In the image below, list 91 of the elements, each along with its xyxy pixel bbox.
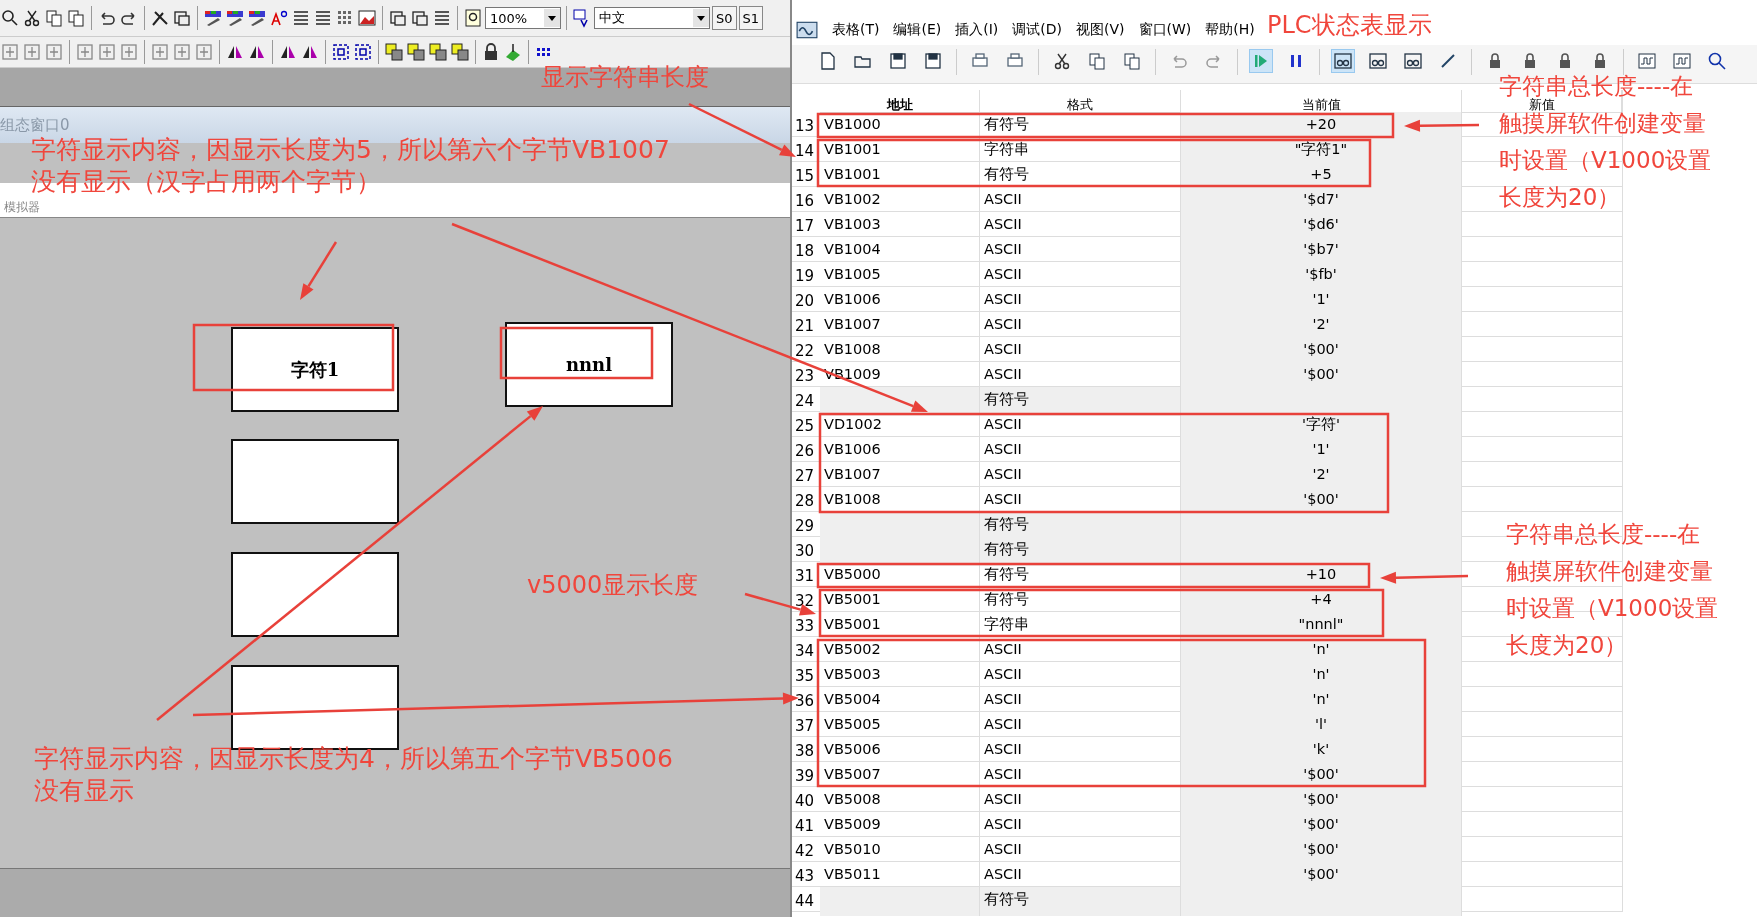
table-cell: VB1000 [820,112,980,141]
row-number: 33 [794,616,816,637]
annotation-text: 没有显示 [34,777,134,805]
row-number: 18 [794,241,816,262]
menu-item[interactable]: 调试(D) [1012,20,1063,39]
annotation-text: 字符串总长度----在 [1506,522,1701,546]
table-cell: VB1004 [820,237,980,266]
table-cell: VB5007 [820,762,980,791]
row-number: 34 [794,641,816,662]
annotation-text: 显示字符串长度 [541,62,709,92]
annotation-text: 字符串总长度----在 [1499,74,1694,98]
row-number: 26 [794,441,816,462]
row-number: 28 [794,491,816,512]
row-number: 41 [794,816,816,837]
state-button[interactable]: S0 [712,6,737,30]
window-title: 组态窗口0 [0,118,70,132]
row-number: 25 [794,416,816,437]
row-number: 39 [794,766,816,787]
row-number: 23 [794,366,816,387]
annotation-text: v5000显示长度 [527,570,699,600]
column-header[interactable]: 当前值 [1301,98,1341,111]
table-cell: VB5002 [820,637,980,666]
row-number: 44 [794,891,816,912]
annotation-text: 长度为20） [1499,185,1621,209]
table-cell: VB1007 [820,312,980,341]
menu-item[interactable]: 窗口(W) [1138,20,1192,39]
row-number: 37 [794,716,816,737]
annotation-text: 字符显示内容，因显示长度为4，所以第五个字节VB5006 [34,745,673,773]
state-button[interactable]: S1 [738,6,764,30]
row-number: 32 [794,591,816,612]
row-number: 24 [794,391,816,412]
table-cell: VB1008 [820,337,980,366]
row-number: 22 [794,341,816,362]
annotation-text: 触摸屏软件创建变量 [1506,559,1713,583]
column-header[interactable]: 地址 [886,98,913,111]
annotation-text: 字符显示内容，因显示长度为5，所以第六个字节VB1007 [31,136,670,164]
display-box[interactable]: nnnl [505,322,673,407]
simulator-title: 模拟器 [4,201,40,214]
table-cell: VB1005 [820,262,980,291]
row-number: 14 [794,141,816,162]
table-cell: VB5004 [820,687,980,716]
table-cell: 有符号 [980,387,1181,416]
menu-item[interactable]: 插入(I) [955,20,999,39]
annotation-text: 时设置（V1000设置 [1506,596,1719,620]
table-cell: VB5001 [820,612,980,641]
row-number: 20 [794,291,816,312]
row-number: 15 [794,166,816,187]
table-cell: VB5009 [820,812,980,841]
table-cell: VB5006 [820,737,980,766]
row-number: 35 [794,666,816,687]
table-cell: VB5008 [820,787,980,816]
table-cell: VB5003 [820,662,980,691]
table-cell: VB1002 [820,187,980,216]
table-cell: VB1003 [820,212,980,241]
table-cell: VB1001 [820,162,980,191]
table-cell: VB1001 [820,137,980,166]
display-box[interactable]: 字符1 [231,327,399,412]
table-cell: VB1007 [820,462,980,491]
table-cell: VB1006 [820,287,980,316]
menu-item[interactable]: 视图(V) [1076,20,1125,39]
annotation-text: 时设置（V1000设置 [1499,148,1712,172]
row-number: 27 [794,466,816,487]
table-cell: VB5005 [820,712,980,741]
row-number: 40 [794,791,816,812]
menu-item[interactable]: 编辑(E) [893,20,942,39]
row-number: 17 [794,216,816,237]
language-dropdown[interactable]: 中文 [594,7,710,29]
row-number: 36 [794,691,816,712]
row-number: 13 [794,116,816,137]
menu-item[interactable]: 表格(T) [832,20,880,39]
row-number: 29 [794,516,816,537]
table-cell: VB5010 [820,837,980,866]
zoom-dropdown[interactable]: 100% [485,7,561,29]
table-cell: VB5001 [820,587,980,616]
annotation-text: PLC状态表显示 [1267,10,1432,40]
annotation-text: 没有显示（汉字占用两个字节） [31,168,381,196]
row-number: 19 [794,266,816,287]
row-number: 16 [794,191,816,212]
row-number: 31 [794,566,816,587]
table-cell: 有符号 [980,887,1181,916]
row-number: 42 [794,841,816,862]
row-number: 21 [794,316,816,337]
row-number: 30 [794,541,816,562]
row-number: 38 [794,741,816,762]
column-header[interactable]: 格式 [1067,98,1093,111]
annotation-text: 长度为20） [1506,633,1628,657]
annotation-text: 触摸屏软件创建变量 [1499,111,1706,135]
row-number: 43 [794,866,816,887]
menu-item[interactable]: 帮助(H) [1205,20,1255,39]
column-header[interactable]: 新值 [1528,98,1555,111]
table-cell: VB1006 [820,437,980,466]
